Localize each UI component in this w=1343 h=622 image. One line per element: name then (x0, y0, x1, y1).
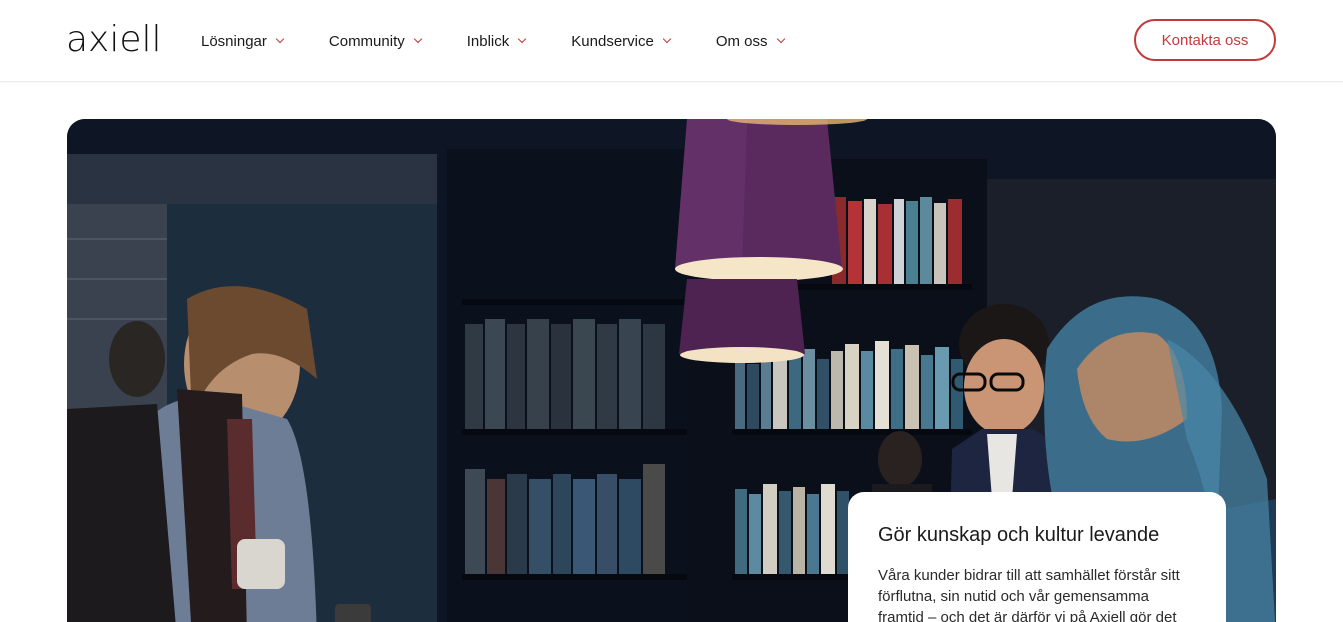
hero-card-title: Gör kunskap och kultur levande (878, 524, 1160, 546)
main-nav: Lösningar Community Inblick Kundservice … (201, 0, 830, 82)
chevron-down-icon (275, 34, 285, 44)
nav-item-community[interactable]: Community (328, 21, 422, 61)
nav-label: Kundservice (571, 32, 654, 50)
site-header: axiell Lösningar Community Inblick Kunds… (0, 0, 1343, 82)
nav-item-om-oss[interactable]: Om oss (715, 21, 785, 61)
hero-info-card: Gör kunskap och kultur levande Våra kund… (848, 492, 1226, 622)
chevron-down-icon (518, 34, 527, 44)
nav-item-kundservice[interactable]: Kundservice (571, 21, 672, 61)
nav-item-inblick[interactable]: Inblick (466, 21, 527, 61)
chevron-down-icon (662, 34, 672, 44)
chevron-down-icon (776, 34, 785, 44)
axiell-logo[interactable]: axiell (66, 18, 162, 62)
hero-card-text: Våra kunder bidrar till att samhället fö… (878, 567, 1180, 622)
contact-button[interactable]: Kontakta oss (1134, 19, 1276, 61)
nav-label: Om oss (715, 32, 768, 50)
nav-label: Lösningar (201, 32, 267, 50)
chevron-down-icon (413, 34, 422, 44)
nav-label: Inblick (466, 32, 510, 50)
nav-item-losningar[interactable]: Lösningar (201, 21, 285, 61)
nav-label: Community (328, 32, 405, 50)
hero-image: Gör kunskap och kultur levande Våra kund… (67, 119, 1276, 622)
